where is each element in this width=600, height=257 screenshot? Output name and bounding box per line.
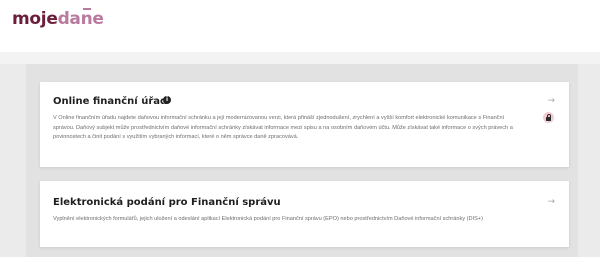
card-title: Elektronická podání pro Finanční správu bbox=[53, 197, 281, 208]
card-title: Online finanční úřad bbox=[53, 96, 168, 107]
arrow-right-icon[interactable]: → bbox=[547, 198, 555, 207]
logo-text-moje: moje bbox=[12, 9, 58, 29]
logo-macron bbox=[82, 8, 91, 10]
top-bar: mojedane bbox=[0, 0, 600, 52]
mojedane-logo[interactable]: mojedane bbox=[12, 8, 104, 29]
lock-body bbox=[546, 117, 551, 121]
card-description: V Online finančním úřadu najdete daňovou… bbox=[53, 115, 513, 140]
logo-text-dane-label: dane bbox=[57, 9, 104, 29]
service-card-elektronicka-podani[interactable]: Elektronická podání pro Finanční správu … bbox=[40, 181, 569, 247]
arrow-right-icon[interactable]: → bbox=[547, 97, 555, 106]
logo-text-dane: dane bbox=[57, 8, 104, 29]
info-icon[interactable]: i bbox=[163, 96, 171, 104]
header-band bbox=[0, 52, 600, 64]
lock-icon bbox=[543, 112, 554, 123]
service-card-online-financni-urad[interactable]: Online finanční úřad i V Online finanční… bbox=[40, 82, 569, 167]
card-description: Vyplnění elektronických formulářů, jejic… bbox=[53, 216, 483, 222]
